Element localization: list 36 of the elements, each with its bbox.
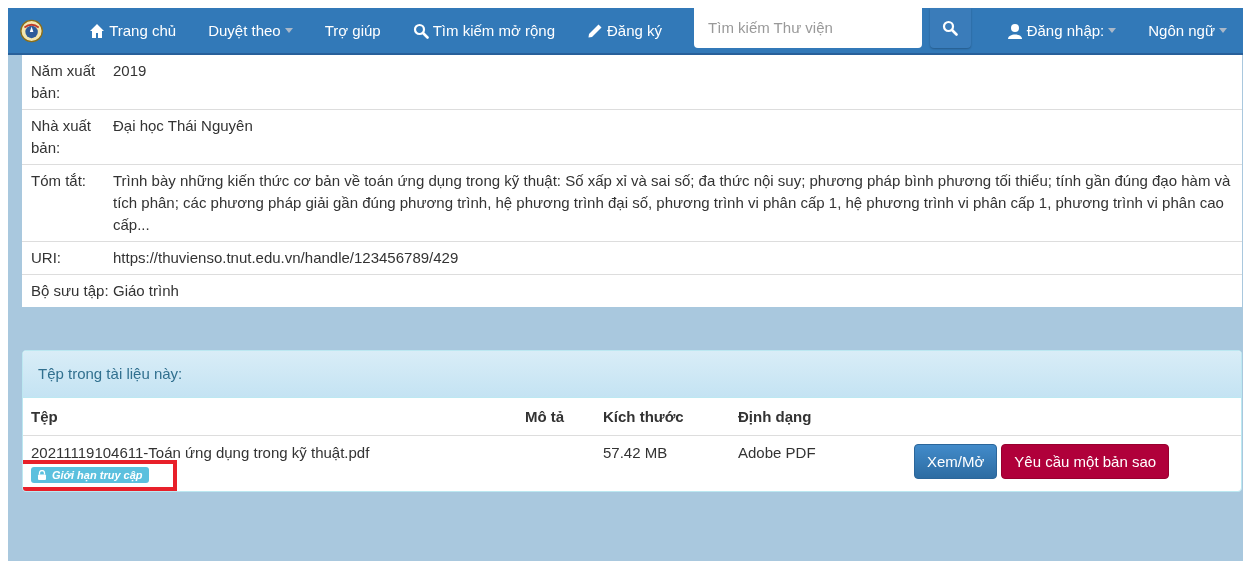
field-value: Đại học Thái Nguyên	[113, 116, 254, 136]
panel-title: Tệp trong tài liệu này:	[38, 365, 183, 382]
field-label: Nhà xuất bản:	[31, 116, 93, 158]
nav-link[interactable]: Đăng nhập:	[990, 22, 1133, 39]
lock-icon	[37, 470, 47, 480]
field-label: URI:	[31, 248, 62, 268]
search-button[interactable]	[929, 7, 972, 48]
pencil-icon	[587, 22, 604, 39]
column-header: Tệp	[31, 408, 58, 425]
search-icon	[942, 19, 959, 36]
column-header: Định dạng	[738, 408, 812, 425]
search-field[interactable]: Tìm kiếm Thư viện	[694, 7, 922, 48]
nav-link[interactable]: Trang chủ	[73, 22, 193, 39]
column-header: Kích thước	[603, 408, 684, 425]
field-value: Trình bày những kiến thức cơ bản về toán ứng dụng trong kỹ thuật: Số xấp xỉ và sai số; đa thức nội suy; phương pháp bình phương tối thiểu; tính gần đúng đạo hàm và tích phân; các phương pháp giải gần đúng phương trình, hệ phương trình đại số, phương trình vi phân cấp 1, hệ phương trình vi phân cấp 1, phương trình vi phân cao cấp...	[113, 171, 1232, 235]
field-label: Bộ sưu tập:	[31, 281, 110, 301]
logo-icon[interactable]	[20, 17, 44, 44]
nav-link[interactable]: Trợ giúp	[308, 22, 397, 39]
field-label: Tóm tắt:	[31, 171, 87, 191]
field-label: Năm xuất bản:	[31, 61, 97, 103]
field-value: 2019	[113, 61, 148, 81]
nav-link[interactable]: Tìm kiếm mở rộng	[396, 22, 572, 39]
file-name: 20211119104611-Toán ứng dụng trong kỹ thuật.pdf	[31, 444, 371, 461]
user-icon	[1006, 22, 1023, 39]
request-copy-button[interactable]: Yêu cầu một bản sao	[1001, 444, 1170, 479]
home-icon	[89, 22, 106, 39]
file-format: Adobe PDF	[738, 444, 816, 461]
file-size: 57.42 MB	[603, 444, 668, 461]
view-button[interactable]: Xem/Mở	[914, 444, 998, 479]
search-icon	[412, 22, 429, 39]
field-value: https://thuvienso.tnut.edu.vn/handle/123456789/429	[113, 248, 460, 268]
nav-link[interactable]: Đăng ký	[571, 22, 679, 39]
column-header: Mô tả	[525, 408, 565, 425]
nav-link[interactable]: Duyệt theo	[192, 22, 309, 39]
field-value: Giáo trình	[113, 281, 180, 301]
nav-link[interactable]: Ngôn ngữ	[1132, 22, 1243, 39]
